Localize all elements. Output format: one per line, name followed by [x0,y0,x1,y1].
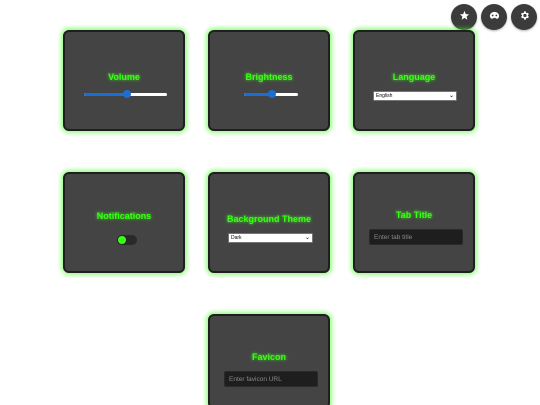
volume-slider-fill [84,93,128,96]
chevron-down-icon: ⌄ [304,235,310,241]
notifications-card: Notifications [63,172,185,273]
favorite-button[interactable] [451,4,477,30]
language-card: Language English ⌄ [353,30,475,131]
tab-title-card: Tab Title Enter tab title [353,172,475,273]
volume-card: Volume [63,30,185,131]
mask-icon [489,8,500,26]
background-theme-select[interactable]: Dark ⌄ [228,233,313,243]
volume-title: Volume [108,72,140,82]
tab-title-title: Tab Title [395,210,433,220]
gear-icon [519,8,530,26]
chevron-down-icon: ⌄ [448,93,454,99]
favicon-card: Favicon Enter favicon URL [208,314,330,405]
background-theme-card: Background Theme Dark ⌄ [208,172,330,273]
cloak-button[interactable] [481,4,507,30]
volume-slider-thumb[interactable] [123,90,132,98]
notifications-toggle-knob [118,236,126,244]
favicon-placeholder: Enter favicon URL [229,376,282,383]
brightness-title: Brightness [245,72,293,82]
brightness-slider-thumb[interactable] [268,90,277,98]
star-icon [459,8,470,26]
settings-button[interactable] [511,4,537,30]
notifications-toggle[interactable] [117,235,137,245]
favicon-title: Favicon [251,352,286,362]
tab-title-input[interactable]: Enter tab title [369,229,463,245]
volume-slider[interactable] [84,90,167,98]
background-theme-select-value: Dark [231,235,242,241]
language-title: Language [392,72,436,82]
language-select[interactable]: English ⌄ [373,91,457,101]
favicon-input[interactable]: Enter favicon URL [224,371,318,387]
brightness-slider[interactable] [244,90,298,98]
language-select-value: English [376,93,393,99]
notifications-title: Notifications [96,211,152,221]
brightness-card: Brightness [208,30,330,131]
tab-title-placeholder: Enter tab title [374,234,413,241]
background-theme-title: Background Theme [226,214,311,224]
settings-page: Volume Brightness Language English ⌄ Not… [0,0,540,405]
